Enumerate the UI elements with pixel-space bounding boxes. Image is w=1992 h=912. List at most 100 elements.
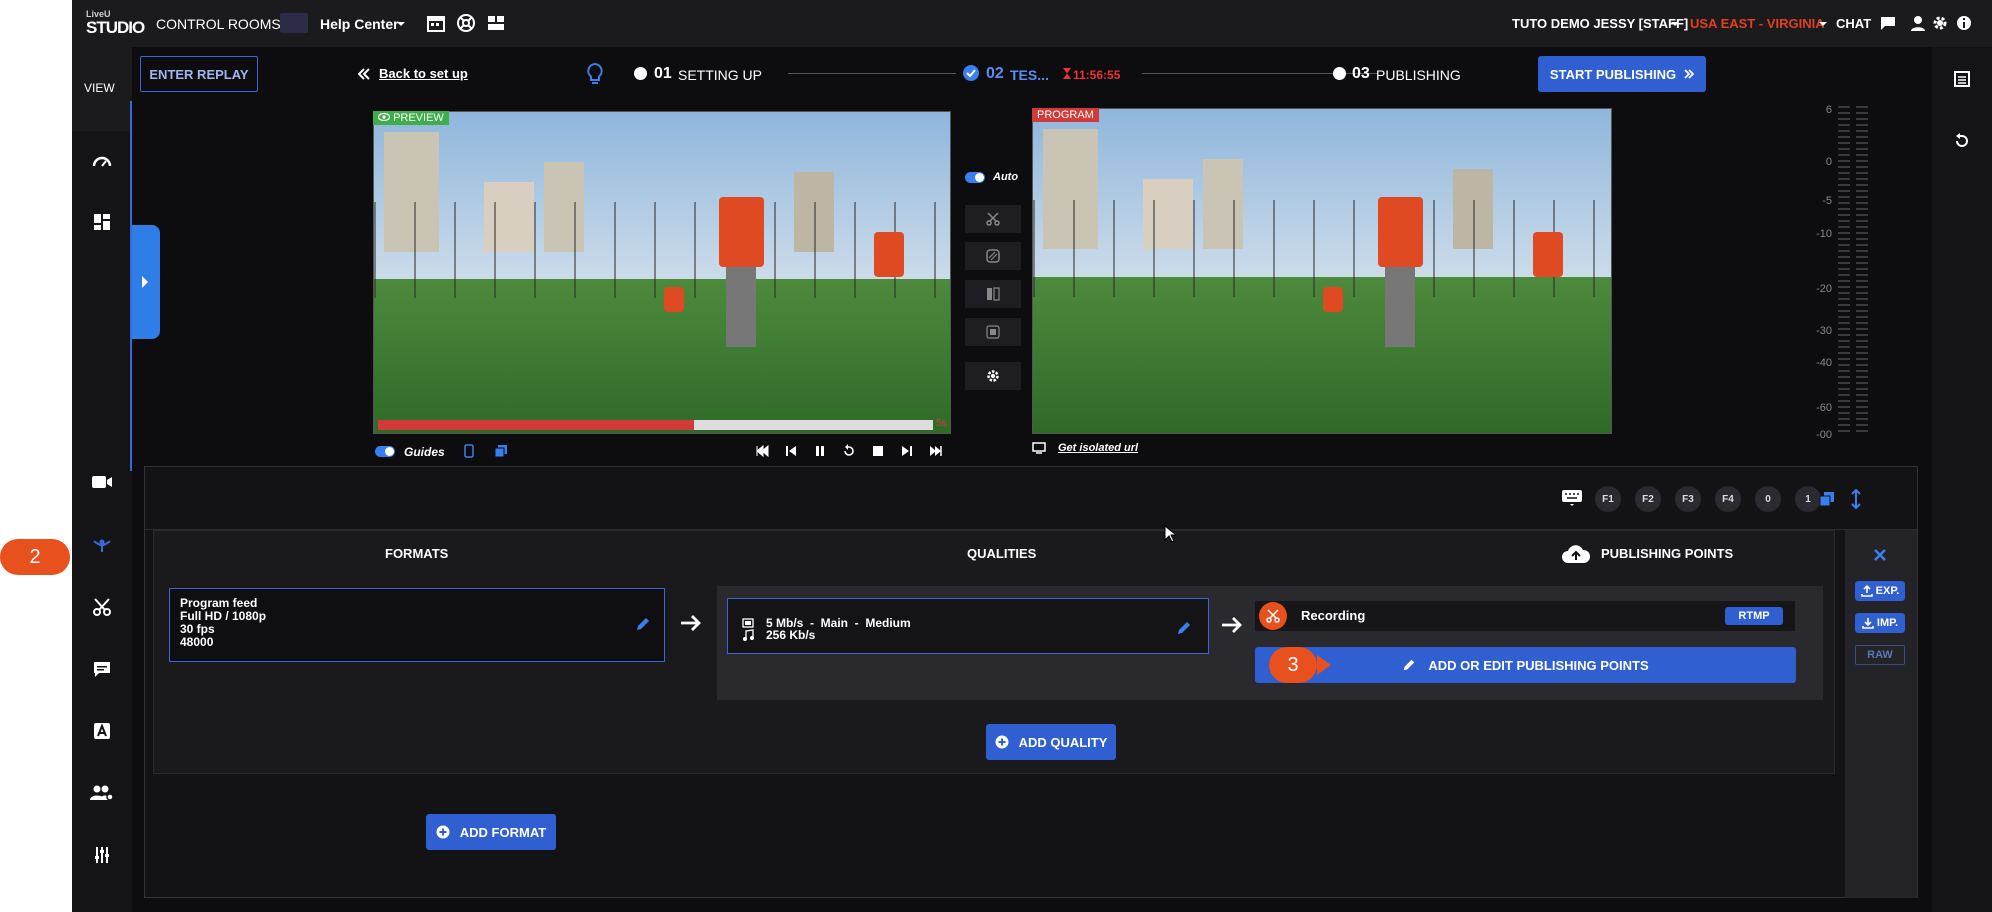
add-quality-button[interactable]: ADD QUALITY <box>986 724 1116 760</box>
sliders-icon <box>95 847 109 863</box>
check-circle-icon <box>963 65 979 81</box>
auto-label: Auto <box>993 171 1019 183</box>
lightbulb-icon[interactable] <box>586 62 604 86</box>
chevron-down-icon[interactable] <box>1818 19 1828 29</box>
quality-audio: 256 Kb/s <box>766 628 816 642</box>
wipe-icon <box>987 287 1000 301</box>
windows-icon[interactable] <box>1819 491 1835 507</box>
back-to-setup-link[interactable]: Back to set up <box>379 66 468 81</box>
enter-replay-button[interactable]: ENTER REPLAY <box>140 56 258 92</box>
add-edit-publishing-points-button[interactable]: ADD OR EDIT PUBLISHING POINTS <box>1255 647 1796 683</box>
transition-settings-button[interactable] <box>965 362 1021 390</box>
control-rooms-link[interactable]: CONTROL ROOMS <box>156 16 281 32</box>
info-icon[interactable] <box>1956 13 1972 33</box>
keyboard-icon[interactable] <box>1561 489 1583 507</box>
wipe-button[interactable] <box>965 280 1021 308</box>
start-publishing-button[interactable]: START PUBLISHING <box>1538 56 1706 92</box>
pause-icon[interactable] <box>813 444 827 458</box>
guests-button[interactable] <box>87 778 117 808</box>
preview-video[interactable]: 5s <box>373 111 951 434</box>
meter-tick: -20 <box>1816 283 1832 295</box>
meter-tick: -40 <box>1816 357 1832 369</box>
cloud-upload-icon <box>1562 545 1591 563</box>
broadcast-icon <box>93 539 111 552</box>
add-format-button[interactable]: ADD FORMAT <box>426 814 556 850</box>
shortcut-0-button[interactable]: 0 <box>1755 486 1781 512</box>
shortcut-f4-button[interactable]: F4 <box>1715 486 1741 512</box>
video-camera-icon <box>92 476 112 488</box>
cut-button[interactable] <box>965 205 1021 233</box>
format-card[interactable]: Program feed Full HD / 1080p 30 fps 4800… <box>169 588 665 662</box>
panel-toggle-handle[interactable] <box>132 225 160 339</box>
messages-button[interactable] <box>87 654 117 684</box>
pencil-icon[interactable] <box>1176 620 1192 636</box>
step-back-icon[interactable] <box>784 444 798 458</box>
shortcut-1-button[interactable]: 1 <box>1795 486 1821 512</box>
music-note-icon <box>743 629 754 641</box>
help-center-link[interactable]: Help Center <box>320 16 399 32</box>
qualities-header: QUALITIES <box>967 546 1037 561</box>
program-video[interactable] <box>1032 108 1612 434</box>
step-forward-icon[interactable] <box>900 444 914 458</box>
preview-progress-label: 5s <box>936 418 947 429</box>
video-player-legs <box>1385 267 1415 347</box>
video-player <box>719 197 764 267</box>
replay-icon[interactable] <box>842 444 856 458</box>
tools-button[interactable] <box>87 592 117 622</box>
pencil-icon <box>1404 659 1415 671</box>
calendar-icon[interactable] <box>426 13 446 33</box>
guides-toggle[interactable] <box>375 446 395 457</box>
skip-forward-icon[interactable] <box>929 444 943 458</box>
top-bar: LiveU STUDIO CONTROL ROOMS Help Center T… <box>72 0 1992 47</box>
gear-icon[interactable] <box>1932 13 1948 33</box>
region-menu[interactable]: USA EAST - VIRGINIA <box>1690 16 1825 31</box>
quality-card[interactable]: 5 Mb/s - Main - Medium 256 Kb/s <box>727 598 1209 654</box>
auto-toggle[interactable] <box>965 172 985 183</box>
resize-vertical-icon[interactable] <box>1851 489 1861 509</box>
mix-button[interactable] <box>965 242 1021 270</box>
chat-link[interactable]: CHAT <box>1836 16 1871 31</box>
stinger-button[interactable] <box>965 318 1021 346</box>
import-button[interactable]: IMP. <box>1855 613 1905 633</box>
widgets-button[interactable] <box>87 207 117 237</box>
publishing-point-row[interactable]: Recording RTMP <box>1255 601 1795 631</box>
user-menu[interactable]: TUTO DEMO JESSY [STAFF] <box>1512 16 1688 31</box>
shortcut-f2-button[interactable]: F2 <box>1635 486 1661 512</box>
logo: LiveU STUDIO <box>86 10 145 38</box>
room-thumbnail[interactable] <box>280 13 308 33</box>
download-icon <box>1862 618 1874 629</box>
list-icon[interactable] <box>1954 71 1970 87</box>
dashboard-button[interactable] <box>87 147 117 177</box>
step3-number: 03 <box>1352 65 1370 82</box>
skip-back-icon[interactable] <box>755 444 769 458</box>
graphics-button[interactable] <box>87 716 117 746</box>
chat-icon[interactable] <box>1880 13 1896 33</box>
isolated-url-link[interactable]: Get isolated url <box>1058 442 1138 454</box>
shortcut-f3-button[interactable]: F3 <box>1675 486 1701 512</box>
mobile-icon[interactable] <box>464 444 474 458</box>
stop-icon[interactable] <box>871 444 885 458</box>
user-icon[interactable] <box>1910 13 1926 33</box>
export-button[interactable]: EXP. <box>1855 581 1905 601</box>
video-player <box>1378 197 1423 267</box>
upload-icon <box>1860 585 1873 597</box>
copy-icon[interactable] <box>494 444 508 458</box>
step1-dot <box>634 67 647 80</box>
raw-button[interactable]: RAW <box>1855 645 1905 665</box>
chevron-down-icon[interactable] <box>1670 19 1680 29</box>
program-tag: PROGRAM <box>1032 108 1099 122</box>
callout-3-label: 3 <box>1287 653 1299 676</box>
cameras-button[interactable] <box>87 467 117 497</box>
pencil-icon[interactable] <box>635 616 651 632</box>
chevron-down-icon[interactable] <box>396 19 406 29</box>
start-publishing-label: START PUBLISHING <box>1549 66 1677 82</box>
shortcut-f1-button[interactable]: F1 <box>1595 486 1621 512</box>
lifebuoy-icon[interactable] <box>456 13 476 33</box>
monitor-icon[interactable] <box>1032 442 1046 454</box>
mixer-button[interactable] <box>87 840 117 870</box>
close-icon[interactable] <box>1873 548 1887 562</box>
undo-icon[interactable] <box>1954 133 1970 149</box>
audio-meter: 6 0 -5 -10 -20 -30 -40 -60 -00 <box>1812 100 1870 441</box>
layout-icon[interactable] <box>486 13 506 33</box>
publishing-button[interactable] <box>87 529 117 559</box>
